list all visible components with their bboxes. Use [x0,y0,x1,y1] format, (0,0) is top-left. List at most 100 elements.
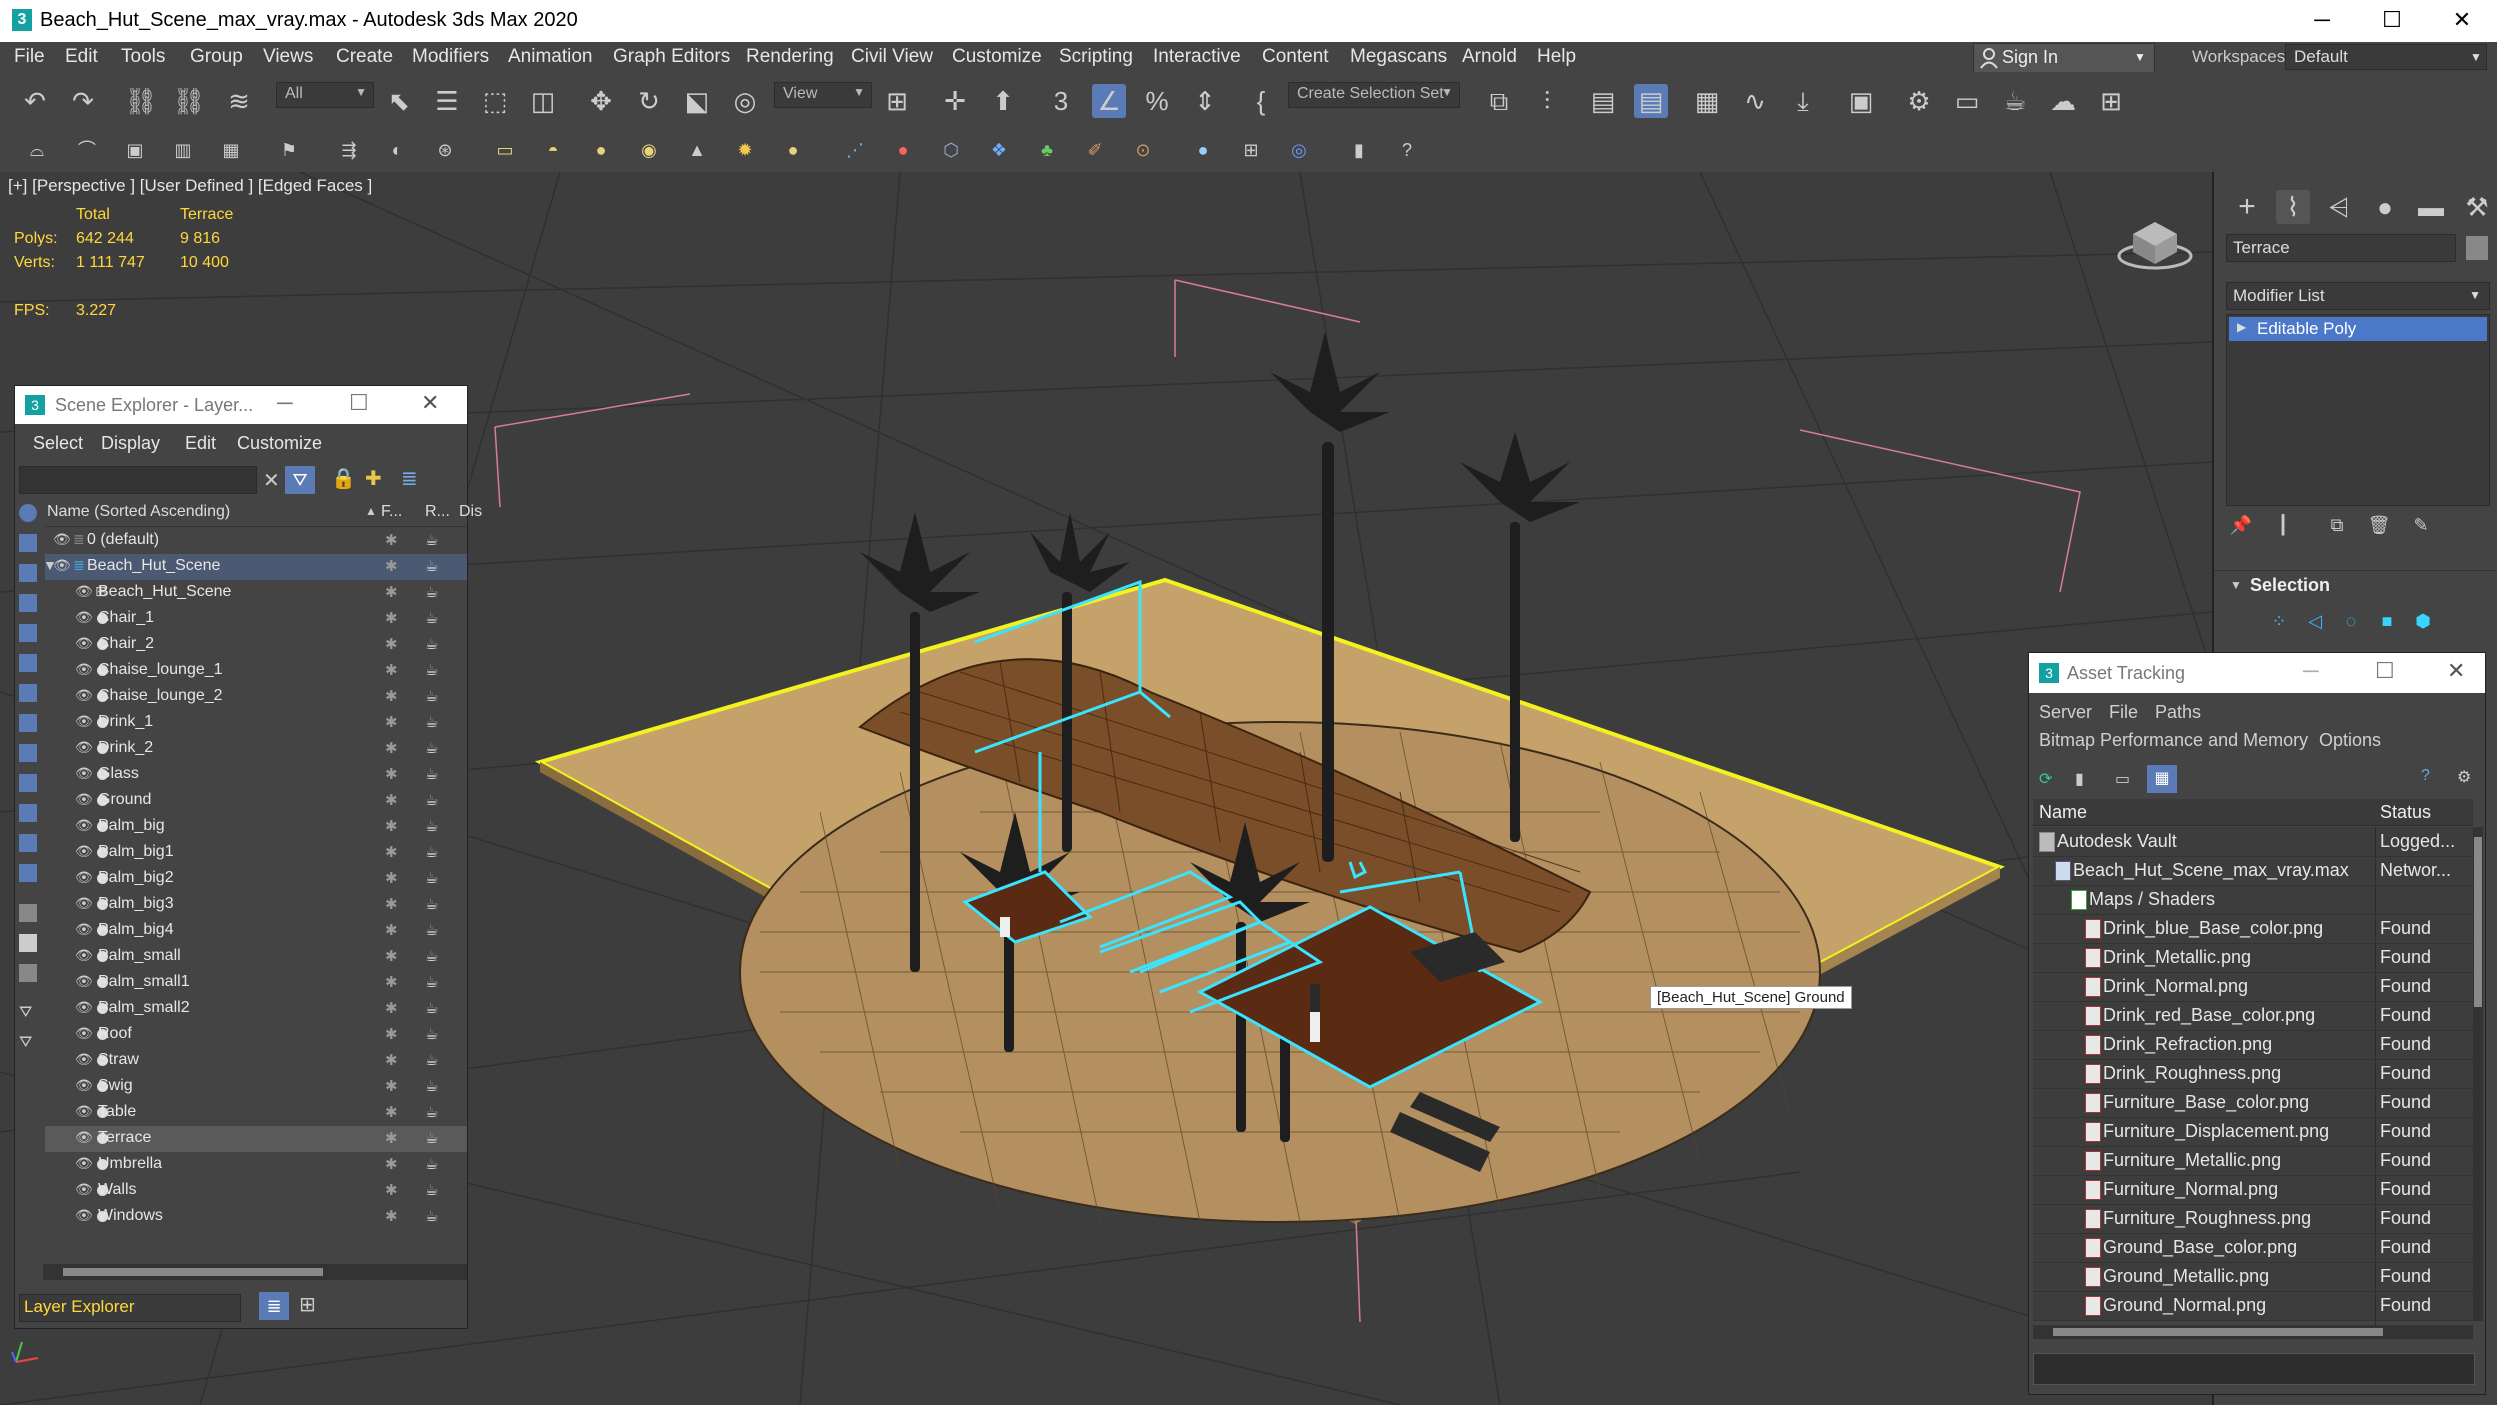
renderable-teapot-icon[interactable]: ☕ [425,739,438,757]
maximize-button[interactable]: ☐ [2357,0,2427,42]
shelf-icon-7[interactable]: ⇶ [336,137,362,163]
renderable-teapot-icon[interactable]: ☕ [425,1207,438,1225]
freeze-icon[interactable]: ✱ [385,1025,398,1043]
align-icon[interactable]: ⫶ [1530,84,1564,118]
asset-row[interactable]: Furniture_Metallic.png Found [2033,1146,2473,1176]
layers-icon[interactable]: ≣ [401,466,418,491]
proxy-icon[interactable]: ⬡ [938,137,964,163]
freeze-icon[interactable]: ✱ [385,947,398,965]
visibility-eye-icon[interactable]: 👁 [75,869,93,886]
clipper-icon[interactable]: ⊙ [1130,137,1156,163]
named-selection-dropdown[interactable]: Create Selection Set ▼ [1288,82,1460,108]
scene-tree-row[interactable]: 👁 Palm_small2 ✱ ☕ [45,996,467,1022]
material-ball-icon[interactable]: ● [890,137,916,163]
freeze-icon[interactable]: ✱ [385,1207,398,1225]
pin-stack-icon[interactable]: 📌 [2228,512,2254,538]
refresh-icon[interactable]: ⟳ [2039,769,2052,789]
scale-icon[interactable]: ⬕ [680,84,714,118]
menu-tools[interactable]: Tools [121,46,165,68]
visibility-eye-icon[interactable]: 👁 [75,661,93,678]
show-files-icon[interactable]: ▮ [2075,769,2084,789]
scene-tree-row[interactable]: 👁 Windows ✱ ☕ [45,1204,467,1230]
tree-view-icon[interactable]: ▦ [2147,765,2177,793]
scene-tree-row[interactable]: 👁 Roof ✱ ☕ [45,1022,467,1048]
modify-tab-icon[interactable]: ⌇ [2276,190,2310,224]
menu-civil-view[interactable]: Civil View [851,46,933,68]
schematic-view-icon[interactable]: ⤓ [1786,84,1820,118]
render-icon[interactable]: ◎ [1286,137,1312,163]
invert-icon[interactable] [19,934,37,952]
shelf-icon-6[interactable]: ⚑ [276,137,302,163]
decal-icon[interactable]: ✐ [1082,137,1108,163]
polygon-mode-icon[interactable]: ■ [2374,608,2400,634]
minimize-button[interactable]: ─ [277,390,293,416]
shelf-icon-1[interactable]: ⌓ [24,137,50,163]
visibility-eye-icon[interactable]: 👁 [75,1155,93,1172]
renderable-teapot-icon[interactable]: ☕ [425,635,438,653]
menu-rendering[interactable]: Rendering [746,46,834,68]
object-name-field[interactable]: Terrace [2226,234,2456,262]
clear-search-icon[interactable]: ✕ [263,468,280,493]
renderable-teapot-icon[interactable]: ☕ [425,947,438,965]
scene-tree-row[interactable]: 👁 Swig ✱ ☕ [45,1074,467,1100]
visibility-eye-icon[interactable]: 👁 [75,791,93,808]
asset-row[interactable]: Ground_Base_color.png Found [2033,1233,2473,1263]
asset-row[interactable]: Furniture_Normal.png Found [2033,1175,2473,1205]
renderable-teapot-icon[interactable]: ☕ [425,973,438,991]
freeze-icon[interactable]: ✱ [385,817,398,835]
freeze-icon[interactable]: ✱ [385,1103,398,1121]
asset-row[interactable]: Drink_Metallic.png Found [2033,943,2473,973]
freeze-icon[interactable]: ✱ [385,1181,398,1199]
angle-snap-icon[interactable]: ∠ [1092,84,1126,118]
utilities-tab-icon[interactable]: ⚒ [2460,190,2494,224]
freeze-icon[interactable]: ✱ [385,1155,398,1173]
border-mode-icon[interactable]: ◌ [2338,608,2364,634]
renderable-teapot-icon[interactable]: ☕ [425,817,438,835]
unlink-icon[interactable]: ⛓ [172,84,206,118]
renderable-teapot-icon[interactable]: ☕ [425,531,438,549]
vertex-mode-icon[interactable]: ⁘ [2266,608,2292,634]
freeze-icon[interactable]: ✱ [385,895,398,913]
renderable-teapot-icon[interactable]: ☕ [425,1025,438,1043]
menu-modifiers[interactable]: Modifiers [412,46,489,68]
scene-tree-row[interactable]: 👁 Drink_2 ✱ ☕ [45,736,467,762]
scene-tree-row[interactable]: 👁 Palm_small ✱ ☕ [45,944,467,970]
torus-primitive-icon[interactable]: ◉ [636,137,662,163]
renderable-teapot-icon[interactable]: ☕ [425,583,438,601]
menu-graph-editors[interactable]: Graph Editors [613,46,730,68]
rotate-icon[interactable]: ↻ [632,84,666,118]
visibility-eye-icon[interactable]: 👁 [75,583,93,600]
menu-arnold[interactable]: Arnold [1462,46,1517,68]
visibility-eye-icon[interactable]: 👁 [75,1025,93,1042]
scene-tree-row[interactable]: 👁 Walls ✱ ☕ [45,1178,467,1204]
renderable-teapot-icon[interactable]: ☕ [425,1077,438,1095]
menu-animation[interactable]: Animation [508,46,593,68]
freeze-icon[interactable]: ✱ [385,1051,398,1069]
scene-tree-row[interactable]: 👁 Drink_1 ✱ ☕ [45,710,467,736]
make-unique-icon[interactable]: ⧉ [2324,512,2350,538]
freeze-icon[interactable]: ✱ [385,635,398,653]
asset-row[interactable]: Drink_blue_Base_color.png Found [2033,914,2473,944]
menu-scripting[interactable]: Scripting [1059,46,1133,68]
freeze-icon[interactable]: ✱ [385,713,398,731]
geometry-filter-icon[interactable] [19,534,37,552]
at-menu-bitmap-performance[interactable]: Bitmap Performance and Memory [2039,730,2308,751]
keyboard-shortcut-override-icon[interactable]: ⬆ [986,84,1020,118]
minimize-button[interactable]: ─ [2287,0,2357,42]
light-icon[interactable]: ● [780,137,806,163]
stack-item-editable-poly[interactable]: ▶ Editable Poly [2229,317,2487,341]
renderable-teapot-icon[interactable]: ☕ [425,895,438,913]
ribbon-icon[interactable]: ▦ [1690,84,1724,118]
renderable-teapot-icon[interactable]: ☕ [425,1129,438,1147]
containers-filter-icon[interactable] [19,804,37,822]
shelf-icon-8[interactable]: ◐ [384,137,410,163]
visibility-eye-icon[interactable]: 👁 [75,1103,93,1120]
horizontal-scrollbar[interactable] [2033,1325,2473,1339]
menu-customize[interactable]: Customize [952,46,1042,68]
display-tab-icon[interactable]: ▬ [2414,190,2448,224]
list-icon[interactable] [19,964,37,982]
maximize-button[interactable]: ☐ [349,390,369,416]
shelf-icon-5[interactable]: ▦ [218,137,244,163]
at-menu-file[interactable]: File [2109,702,2138,723]
display-all-icon[interactable] [19,504,37,522]
